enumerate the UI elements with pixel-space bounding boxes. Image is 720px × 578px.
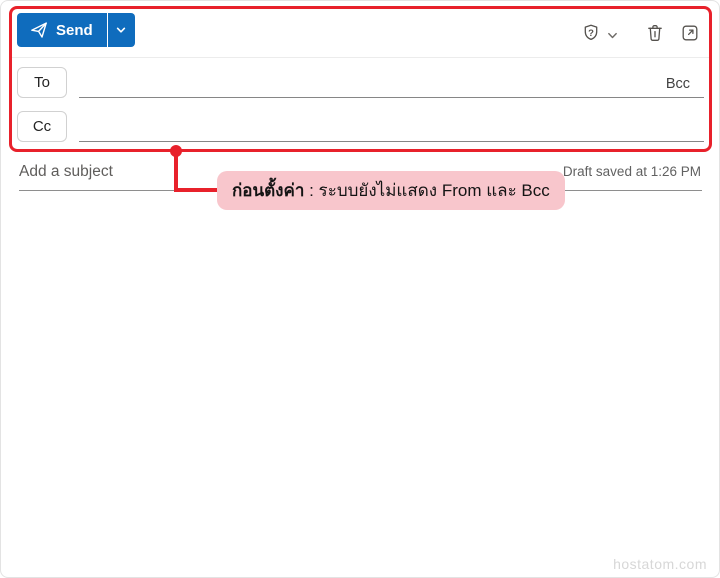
toolbar-divider [12,57,710,58]
annotation-callout-text: : ระบบยังไม่แสดง From และ Bcc [304,181,550,200]
watermark: hostatom.com [613,556,707,572]
send-options-dropdown[interactable] [107,13,135,47]
help-chevron-icon [606,29,619,42]
cc-button[interactable]: Cc [17,111,67,142]
to-field-underline [79,97,704,98]
to-input[interactable] [81,71,621,95]
cc-input[interactable] [81,115,681,139]
annotation-callout-bold-text: ก่อนตั้งค่า [232,181,305,200]
send-icon [29,20,49,40]
send-split-button: Send [17,13,135,47]
cc-field-underline [79,141,704,142]
compose-email-window: Send ? To Bcc Cc Add a subject Draft sav… [0,0,720,578]
to-button[interactable]: To [17,67,67,98]
annotation-connector-dot [170,145,182,157]
draft-saved-status: Draft saved at 1:26 PM [562,164,701,179]
help-shield-icon: ? [581,23,601,43]
open-in-new-window-button[interactable] [676,19,704,47]
discard-draft-button[interactable] [641,19,669,47]
delete-icon [645,23,665,43]
bcc-link[interactable]: Bcc [666,76,690,92]
chevron-down-icon [115,24,127,36]
annotation-callout: ก่อนตั้งค่า : ระบบยังไม่แสดง From และ Bc… [217,171,565,210]
svg-text:?: ? [588,28,594,39]
annotation-connector-horizontal [174,188,219,192]
annotation-connector-vertical [174,151,178,192]
open-in-new-window-icon [680,23,700,43]
message-assurance-dropdown[interactable] [601,21,623,49]
send-button-label: Send [56,21,93,39]
send-button[interactable]: Send [17,13,107,47]
